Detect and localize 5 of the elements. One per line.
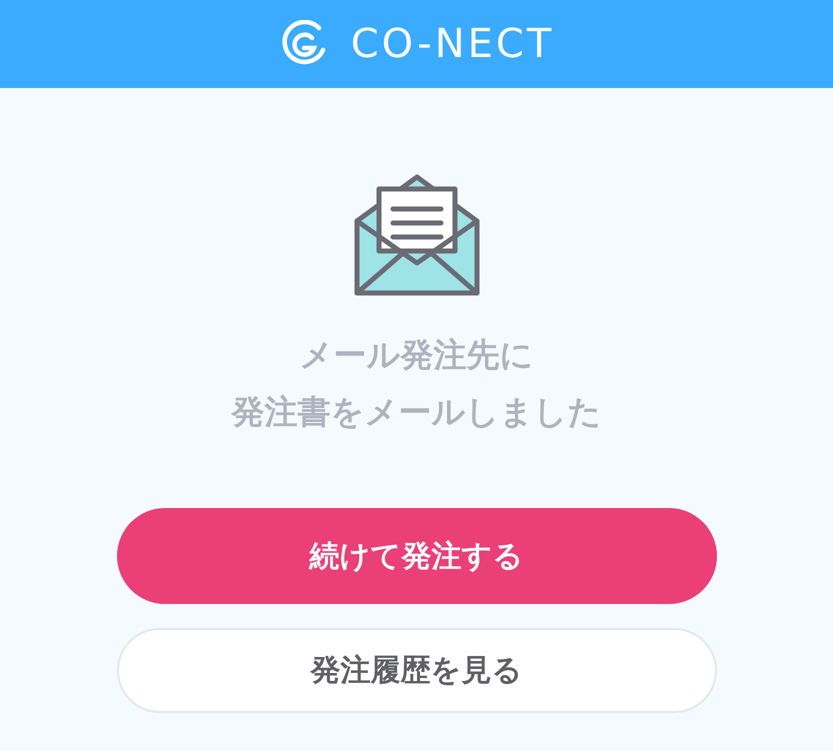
logo-text: CO-NECT: [350, 24, 554, 64]
continue-order-button[interactable]: 続けて発注する: [116, 508, 716, 604]
message-text: メール発注先に: [300, 335, 534, 375]
message-text: 発注書をメールしました: [232, 392, 602, 432]
order-history-button[interactable]: 発注履歴を見る: [116, 628, 716, 713]
